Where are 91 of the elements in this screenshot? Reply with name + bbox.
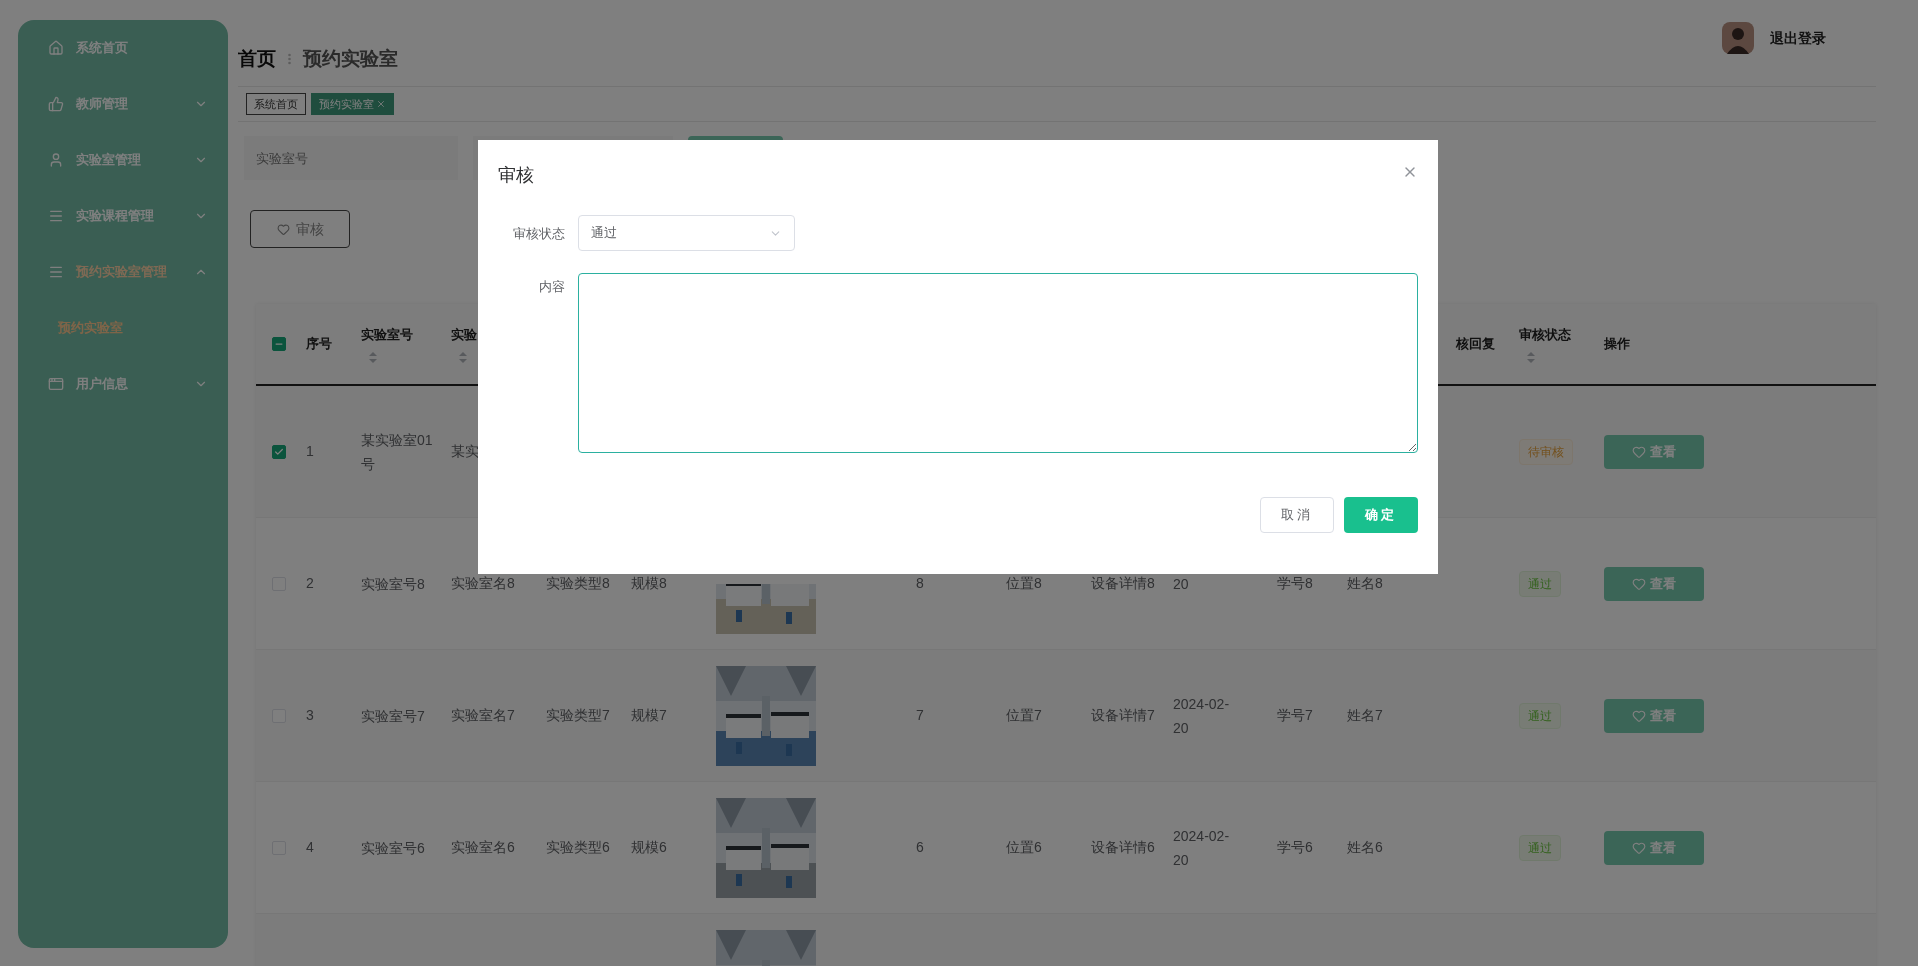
view-button[interactable]: 查看 [1604,698,1704,733]
logout-button[interactable]: 退出登录 [1770,22,1826,49]
status-tag: 待审核 [1519,438,1573,465]
column-header: 核回复 [1456,335,1495,354]
thumbs-up-icon [48,96,64,112]
heart-icon [1632,576,1646,591]
list-icon [48,264,64,280]
table-cell-text: 4 [306,838,314,857]
separator-icon [288,52,291,65]
status-tag: 通过 [1519,834,1561,861]
menu-item[interactable]: 教师管理 [18,76,228,132]
table-cell-text: 2024-02-20 [1173,694,1231,738]
table-cell-text: 位置7 [1006,706,1042,725]
field-label: 内容 [538,278,565,296]
table-cell-text: 实验室名6 [451,838,515,857]
content-textarea[interactable] [578,273,1418,453]
status-tag: 通过 [1519,570,1561,597]
menu-item[interactable]: 实验室管理 [18,132,228,188]
checkbox[interactable] [272,337,286,351]
table-cell-text: 姓名6 [1347,838,1383,857]
confirm-button[interactable]: 确定 [1344,497,1418,533]
window-icon [48,376,64,392]
heart-icon [1632,840,1646,855]
user-icon [48,152,64,168]
table-cell-text: 规模6 [631,838,667,857]
table-cell-text: 实验室号6 [361,838,425,858]
column-header: 操作 [1604,335,1630,354]
table-cell-text: 实验室名7 [451,706,515,725]
table-cell-text: 实验类型7 [546,706,610,725]
table-cell-text: 实验类型8 [546,574,610,593]
table-cell-text: 2024-02-20 [1173,826,1231,870]
close-icon[interactable] [376,99,386,109]
table-cell-text: 8 [916,574,924,593]
table-cell-text: 规模8 [631,574,667,593]
checkbox[interactable] [272,444,286,459]
table-cell-text: 1 [306,442,314,461]
view-button[interactable]: 查看 [1604,566,1704,601]
heart-icon [1632,708,1646,723]
table-cell-text: 设备详情6 [1091,838,1155,857]
avatar-icon [1722,22,1754,54]
table-cell-text: 7 [916,706,924,725]
table-cell-text: 设备详情7 [1091,706,1155,725]
page-tab[interactable]: 系统首页 [246,93,306,115]
table-cell-text: 某实 [451,442,479,461]
column-header: 序号 [306,335,332,354]
table-cell-text: 姓名7 [1347,706,1383,725]
table-cell-text: 2 [306,574,314,593]
sort-icon[interactable] [1527,352,1535,364]
table-cell-text: 某实验室01号 [361,430,434,474]
menu-item[interactable]: 用户信息 [18,356,228,412]
search-field[interactable]: 实验室号 [244,136,458,180]
table-cell-text: 3 [306,706,314,725]
table-cell-text: 实验室名8 [451,574,515,593]
heart-icon [1632,444,1646,459]
page-tab[interactable]: 预约实验室 [311,93,394,115]
column-header: 实验室号 [361,325,413,344]
submenu-item[interactable]: 预约实验室 [18,300,228,356]
table-cell-text: 位置6 [1006,838,1042,857]
table-cell-text: 6 [916,838,924,857]
view-button[interactable]: 查看 [1604,830,1704,865]
table-cell-text: 姓名8 [1347,574,1383,593]
menu-item[interactable]: 预约实验室管理 [18,244,228,300]
dialog-title: 审核 [498,164,534,187]
column-header: 审核状态 [1519,325,1571,344]
sort-icon[interactable] [369,352,377,364]
breadcrumb-current: 预约实验室 [303,46,398,71]
table-cell-text: 学号7 [1277,706,1313,725]
home-icon [48,40,64,56]
column-header: 实验 [451,325,477,344]
status-tag: 通过 [1519,702,1561,729]
view-button[interactable]: 查看 [1604,434,1704,469]
heart-icon [276,222,290,236]
table-cell-text: 实验室号8 [361,574,425,594]
menu-item[interactable]: 系统首页 [18,20,228,76]
table-cell-text: 实验类型6 [546,838,610,857]
status-select[interactable]: 通过 [578,215,795,251]
list-icon [48,208,64,224]
cancel-button[interactable]: 取消 [1260,497,1334,533]
table-cell-text: 位置8 [1006,574,1042,593]
breadcrumb-home[interactable]: 首页 [238,44,276,73]
sort-icon[interactable] [459,352,467,364]
table-cell-text: 学号8 [1277,574,1313,593]
table-cell-text: 实验室号7 [361,706,425,726]
table-cell-text: 设备详情8 [1091,574,1155,593]
table-cell-text: 规模7 [631,706,667,725]
field-label: 审核状态 [512,225,565,243]
table-cell-text: 20 [1173,574,1189,594]
check-icon [274,446,284,457]
table-cell-text: 学号6 [1277,838,1313,857]
menu-item[interactable]: 实验课程管理 [18,188,228,244]
review-button[interactable]: 审核 [250,210,350,248]
